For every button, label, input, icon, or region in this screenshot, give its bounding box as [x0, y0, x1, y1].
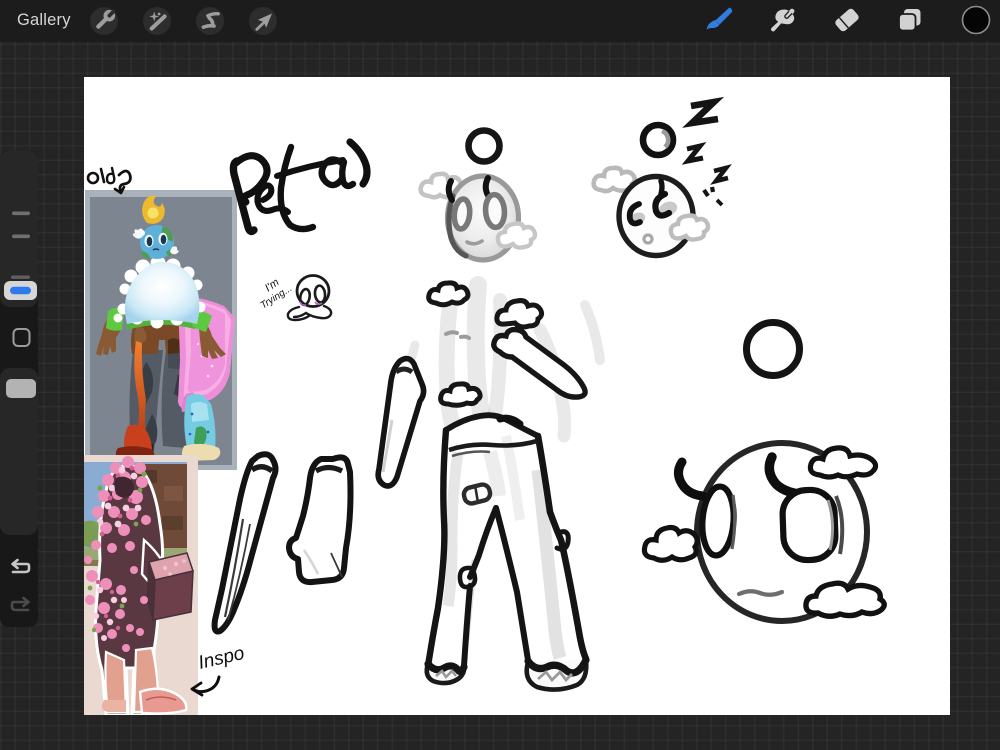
svg-text:Inspo: Inspo [196, 643, 246, 674]
